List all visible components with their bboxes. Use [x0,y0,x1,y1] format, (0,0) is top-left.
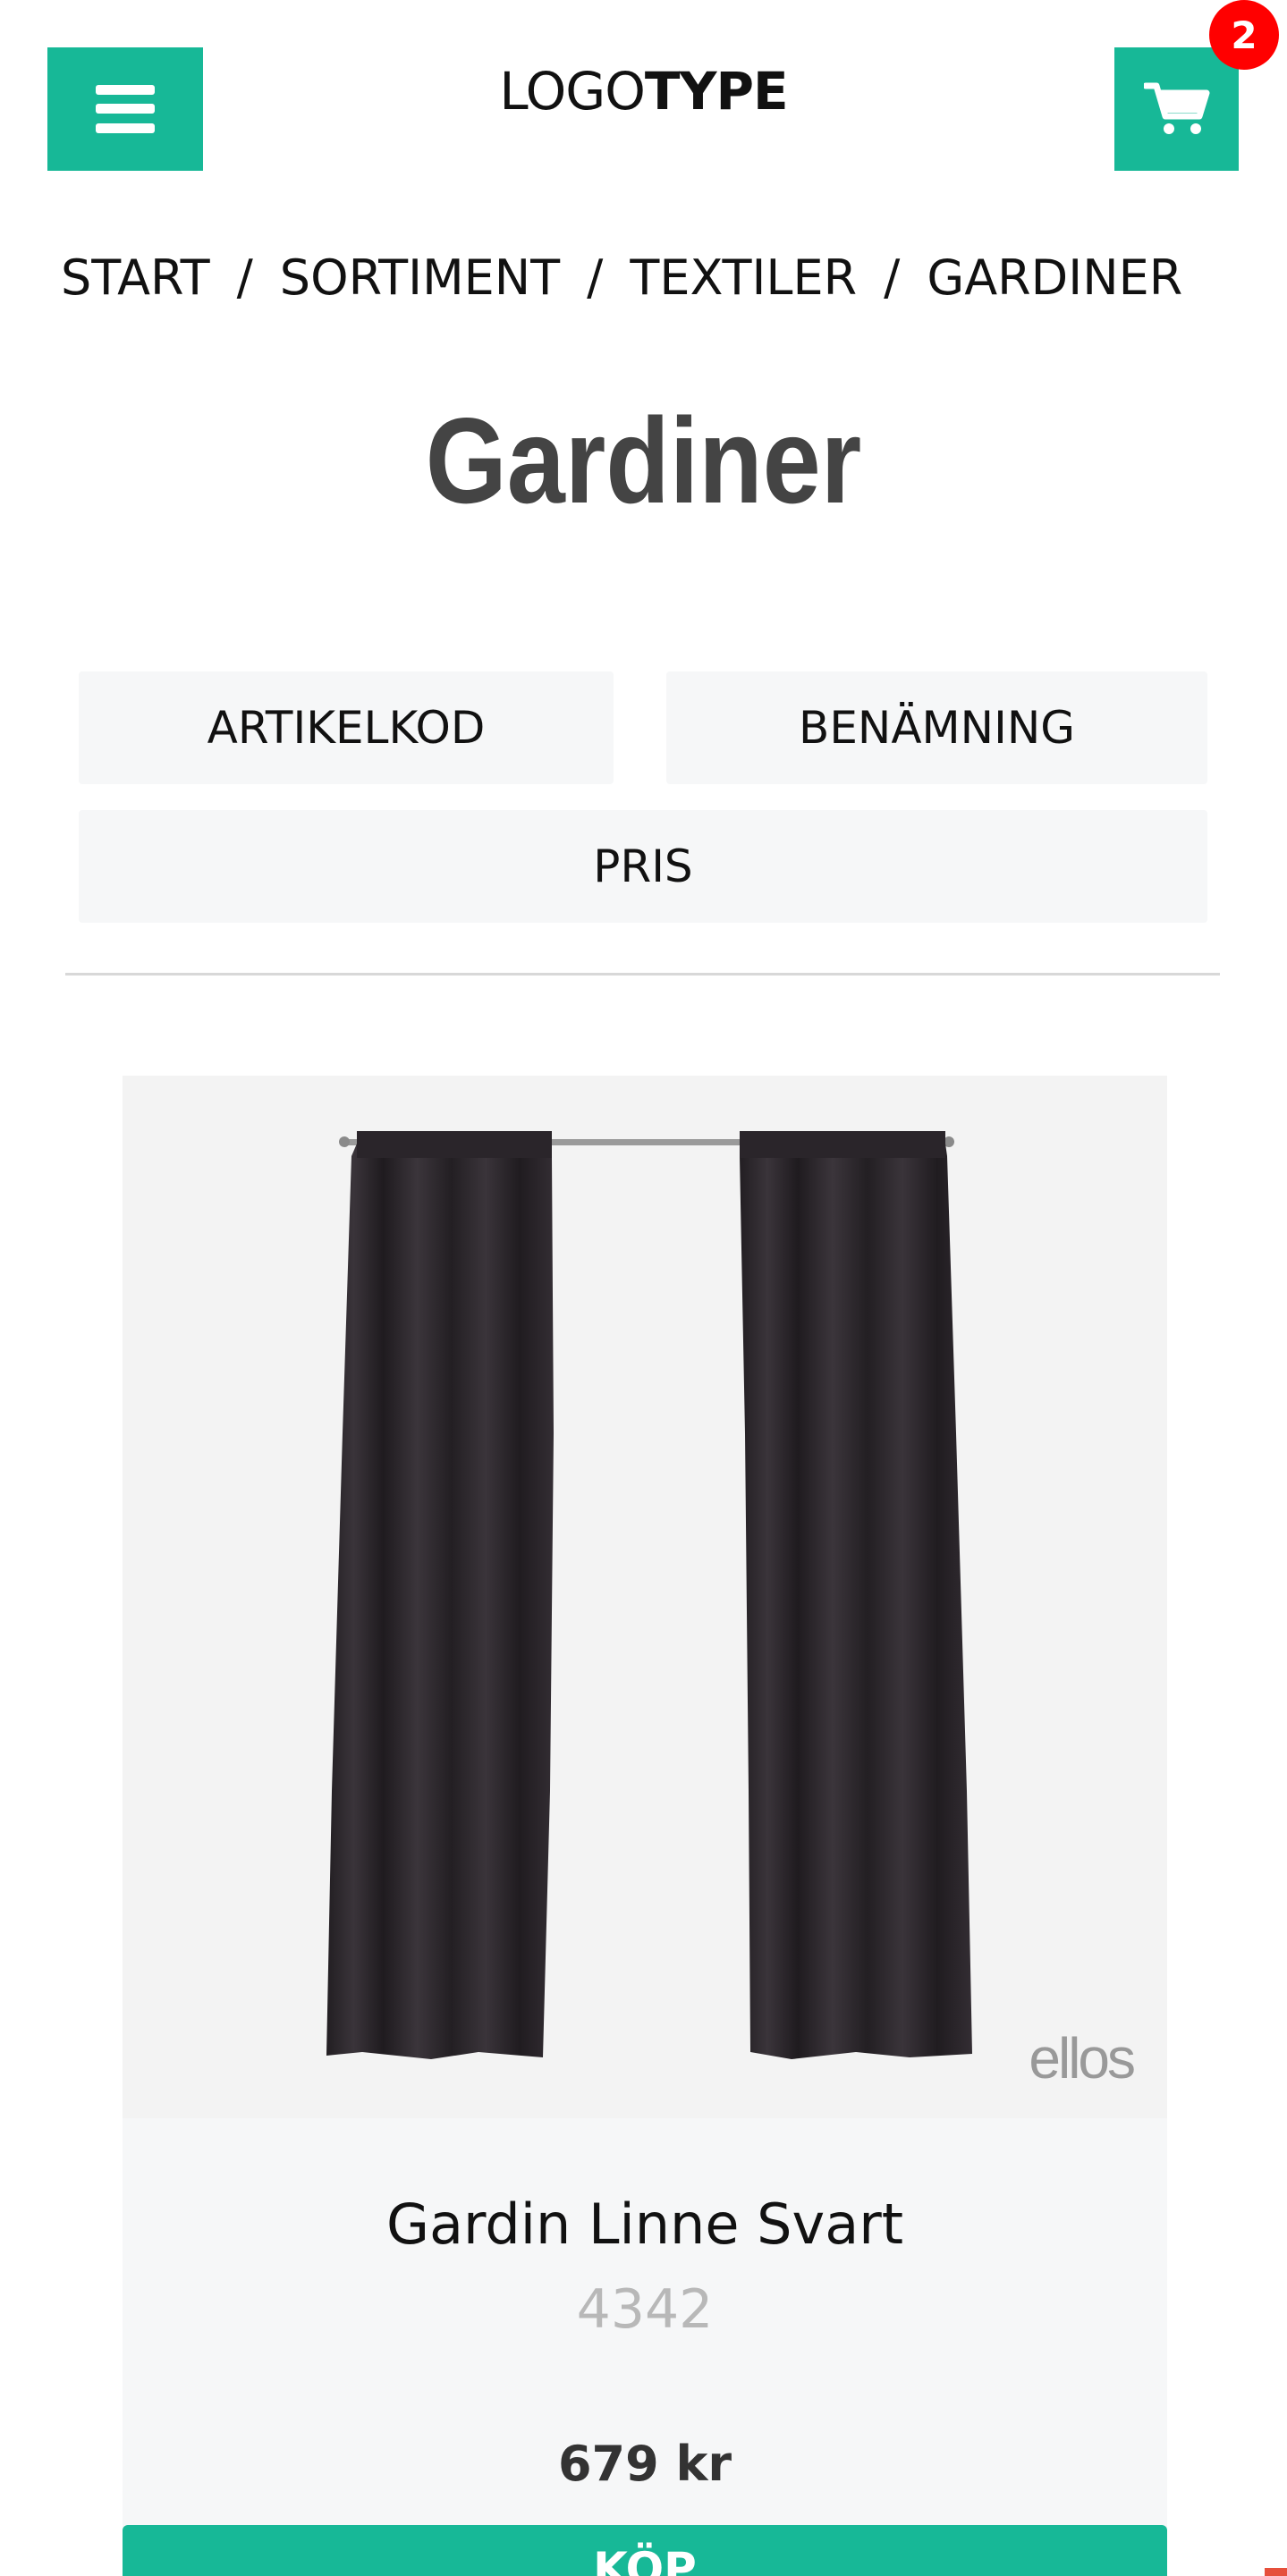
breadcrumb-item-gardiner[interactable]: GARDINER [927,249,1182,306]
sort-by-name-button[interactable]: BENÄMNING [666,671,1207,784]
product-code: 4342 [576,2278,714,2341]
breadcrumb-separator: / [884,249,901,306]
product-image[interactable]: ellos [123,1076,1167,2118]
curtain-product-photo [326,1131,972,2059]
logo[interactable]: LOGOTYPE [0,54,1287,129]
cart-button[interactable] [1114,47,1239,171]
sort-by-article-code-button[interactable]: ARTIKELKOD [79,671,614,784]
offscreen-element-edge [1265,2568,1287,2576]
product-price: 679 kr [557,2436,732,2492]
product-name[interactable]: Gardin Linne Svart [123,2189,1167,2260]
logo-light-part: LOGO [499,61,645,122]
breadcrumb-item-textiler[interactable]: TEXTILER [630,249,857,306]
divider [65,973,1220,976]
breadcrumb-item-sortiment[interactable]: SORTIMENT [280,249,560,306]
buy-button[interactable]: KÖP [123,2525,1167,2576]
breadcrumb-separator: / [236,249,253,306]
cart-count-badge: 2 [1209,0,1279,70]
logo-bold-part: TYPE [644,61,789,122]
brand-watermark: ellos [1029,2026,1136,2090]
breadcrumb: START / SORTIMENT / TEXTILER / GARDINER [61,241,1182,313]
breadcrumb-item-start[interactable]: START [61,249,210,306]
page-title: Gardiner [425,393,862,528]
sort-by-price-button[interactable]: PRIS [79,810,1207,923]
breadcrumb-separator: / [587,249,604,306]
shopping-cart-icon [1143,82,1209,134]
